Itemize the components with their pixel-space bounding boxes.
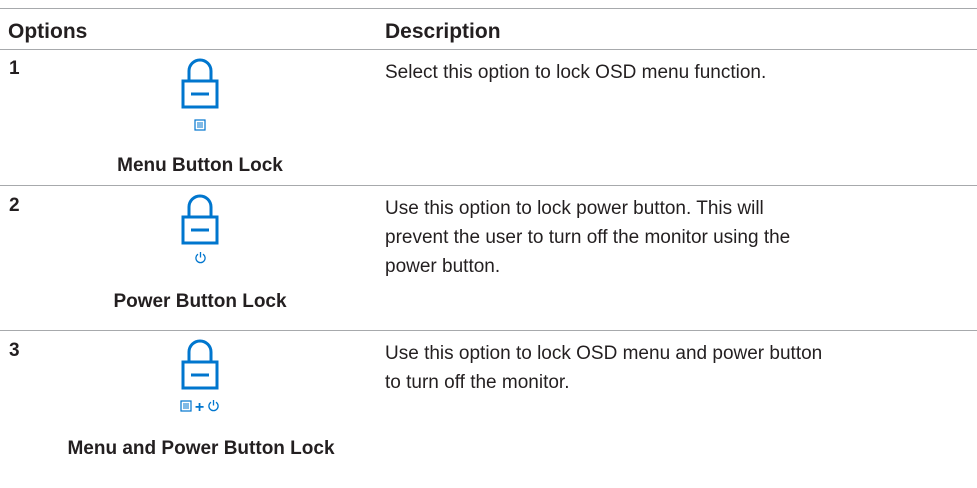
lock-icon [150,56,250,110]
option-description: Use this option to lock power button. Th… [385,198,791,277]
menu-icon [180,399,192,417]
column-header-description: Description [385,20,501,43]
option-label: Power Button Lock [113,291,287,312]
option-icon-group [150,192,250,269]
option-label: Menu and Power Button Lock [67,438,335,459]
plus-icon: + [194,399,205,416]
power-icon [207,399,220,417]
option-number: 2 [9,195,20,216]
option-icon-group: + [150,337,250,417]
table-top-rule [0,8,977,9]
row-rule [0,330,977,331]
row-rule [0,185,977,186]
lock-icon [150,192,250,246]
option-label: Menu Button Lock [117,155,283,176]
option-number: 1 [9,58,20,79]
power-icon [194,251,207,269]
option-description: Select this option to lock OSD menu func… [385,62,767,83]
column-header-options: Options [8,20,88,43]
option-icon-group [150,56,250,136]
menu-icon [194,118,206,136]
option-number: 3 [9,340,20,361]
option-description: Use this option to lock OSD menu and pow… [385,343,823,393]
lock-icon [150,337,250,391]
header-rule [0,49,977,50]
